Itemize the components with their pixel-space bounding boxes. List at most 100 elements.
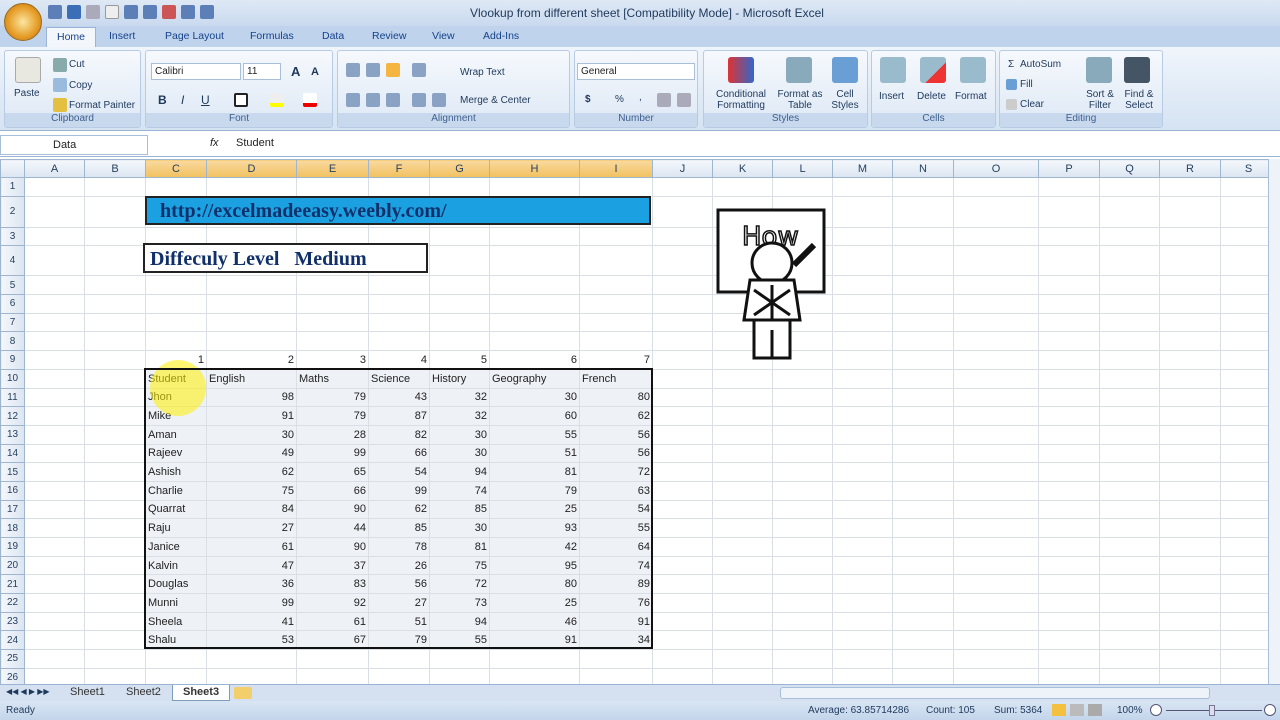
student-name-cell[interactable]: Jhon xyxy=(145,387,207,408)
cell[interactable] xyxy=(832,368,893,389)
row-header-15[interactable]: 15 xyxy=(0,462,25,482)
cell[interactable] xyxy=(712,368,773,389)
cell[interactable] xyxy=(652,593,713,613)
cell[interactable] xyxy=(1099,499,1160,520)
score-cell[interactable]: 62 xyxy=(206,462,297,482)
cell[interactable] xyxy=(892,350,954,370)
cell[interactable] xyxy=(772,537,833,557)
score-cell[interactable]: 25 xyxy=(489,593,580,613)
font-size-select[interactable]: 11 xyxy=(243,63,281,80)
row-header-17[interactable]: 17 xyxy=(0,499,25,520)
cell[interactable] xyxy=(1159,630,1221,651)
column-header-B[interactable]: B xyxy=(84,159,146,178)
cell[interactable] xyxy=(368,312,430,333)
cell[interactable] xyxy=(772,518,833,538)
score-cell[interactable]: 56 xyxy=(579,424,653,445)
index-number-cell[interactable]: 7 xyxy=(579,350,653,370)
score-cell[interactable]: 32 xyxy=(429,406,490,426)
cell[interactable] xyxy=(832,611,893,632)
increase-decimal-icon[interactable] xyxy=(657,93,671,107)
paste-button[interactable]: Paste xyxy=(14,88,40,99)
align-right-icon[interactable] xyxy=(386,93,400,107)
student-name-cell[interactable]: Charlie xyxy=(145,480,207,501)
cell[interactable] xyxy=(24,424,85,445)
cell[interactable] xyxy=(24,275,85,296)
cell[interactable] xyxy=(145,312,207,333)
student-name-cell[interactable]: Rajeev xyxy=(145,443,207,464)
cell[interactable] xyxy=(1038,574,1100,595)
cell[interactable] xyxy=(652,480,713,501)
row-header-24[interactable]: 24 xyxy=(0,630,25,651)
row-header-20[interactable]: 20 xyxy=(0,555,25,576)
score-cell[interactable]: 56 xyxy=(368,574,430,595)
cell[interactable] xyxy=(84,195,146,228)
cell[interactable] xyxy=(1038,368,1100,389)
cell-styles-button[interactable]: Cell Styles xyxy=(826,89,864,111)
cell[interactable] xyxy=(1038,331,1100,352)
cell[interactable] xyxy=(84,630,146,651)
cell[interactable] xyxy=(1099,275,1160,296)
row-header-23[interactable]: 23 xyxy=(0,611,25,632)
table-header-cell[interactable]: French xyxy=(579,368,653,389)
shrink-font-icon[interactable]: A xyxy=(311,66,319,78)
cell[interactable] xyxy=(579,294,653,314)
tab-formulas[interactable]: Formulas xyxy=(250,30,294,42)
score-cell[interactable]: 91 xyxy=(579,611,653,632)
cell[interactable] xyxy=(772,649,833,669)
redo-icon[interactable] xyxy=(86,5,100,19)
sheet-tab-sheet3[interactable]: Sheet3 xyxy=(172,685,231,701)
score-cell[interactable]: 44 xyxy=(296,518,369,538)
cell[interactable] xyxy=(368,294,430,314)
cell[interactable] xyxy=(892,294,954,314)
score-cell[interactable]: 25 xyxy=(489,499,580,520)
score-cell[interactable]: 27 xyxy=(368,593,430,613)
cell[interactable] xyxy=(296,275,369,296)
cell[interactable] xyxy=(652,462,713,482)
column-header-P[interactable]: P xyxy=(1038,159,1100,178)
score-cell[interactable]: 98 xyxy=(206,387,297,408)
cell[interactable] xyxy=(84,649,146,669)
fill-button[interactable]: Fill xyxy=(1020,79,1033,90)
cell[interactable] xyxy=(953,331,1039,352)
score-cell[interactable]: 42 xyxy=(489,537,580,557)
cell[interactable] xyxy=(84,480,146,501)
score-cell[interactable]: 73 xyxy=(429,593,490,613)
cell[interactable] xyxy=(24,443,85,464)
cell[interactable] xyxy=(579,226,653,247)
cell[interactable] xyxy=(832,245,893,277)
cell[interactable] xyxy=(832,593,893,613)
score-cell[interactable]: 55 xyxy=(579,518,653,538)
cell[interactable] xyxy=(953,611,1039,632)
cell[interactable] xyxy=(712,177,773,197)
cell[interactable] xyxy=(1038,593,1100,613)
cell[interactable] xyxy=(953,424,1039,445)
cell[interactable] xyxy=(832,195,893,228)
cell[interactable] xyxy=(1159,518,1221,538)
align-bottom-icon[interactable] xyxy=(386,63,400,77)
cell[interactable] xyxy=(652,331,713,352)
cell[interactable] xyxy=(579,245,653,277)
student-name-cell[interactable]: Mike xyxy=(145,406,207,426)
cell[interactable] xyxy=(1038,275,1100,296)
score-cell[interactable]: 99 xyxy=(206,593,297,613)
cell[interactable] xyxy=(1099,406,1160,426)
score-cell[interactable]: 46 xyxy=(489,611,580,632)
borders-icon[interactable] xyxy=(234,93,248,107)
column-header-D[interactable]: D xyxy=(206,159,297,178)
cell[interactable] xyxy=(712,462,773,482)
row-header-2[interactable]: 2 xyxy=(0,195,25,228)
score-cell[interactable]: 80 xyxy=(579,387,653,408)
save-icon[interactable] xyxy=(48,5,62,19)
score-cell[interactable]: 41 xyxy=(206,611,297,632)
score-cell[interactable]: 63 xyxy=(579,480,653,501)
cell[interactable] xyxy=(832,294,893,314)
website-link-cell[interactable]: http://excelmadeeasy.weebly.com/ xyxy=(145,196,651,225)
cell[interactable] xyxy=(368,331,430,352)
student-name-cell[interactable]: Sheela xyxy=(145,611,207,632)
score-cell[interactable]: 56 xyxy=(579,443,653,464)
table-header-cell[interactable]: English xyxy=(206,368,297,389)
cell[interactable] xyxy=(832,518,893,538)
cell[interactable] xyxy=(892,593,954,613)
column-header-H[interactable]: H xyxy=(489,159,580,178)
cell[interactable] xyxy=(1159,294,1221,314)
